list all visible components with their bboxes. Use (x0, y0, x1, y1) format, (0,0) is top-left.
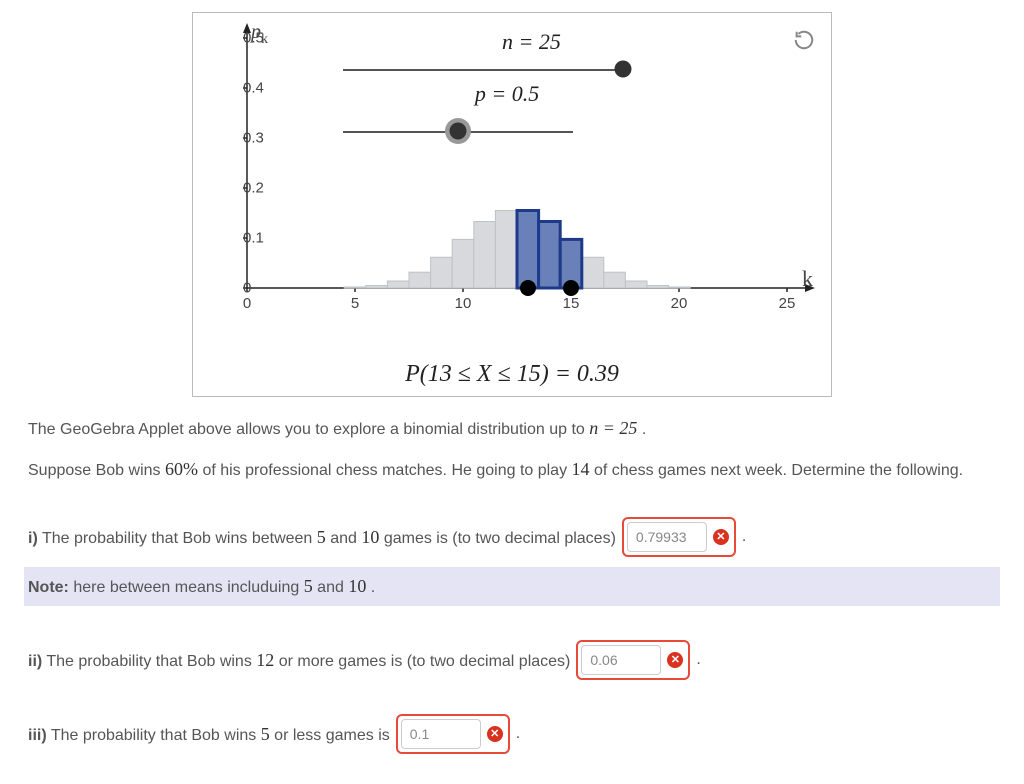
q3-k: 5 (261, 724, 270, 744)
scenario-games: 14 (572, 459, 590, 479)
question-2: ii) The probability that Bob wins 12 or … (28, 640, 996, 680)
intro-b: . (642, 421, 646, 438)
q3-b: or less games is (274, 727, 390, 744)
note-mid: and (317, 579, 348, 596)
q1-a: The probability that Bob wins between (42, 530, 317, 547)
q1-dot: . (742, 525, 746, 549)
x-tick-5: 25 (779, 295, 796, 312)
q1-mid: and (330, 530, 361, 547)
x-tick-0: 0 (243, 295, 251, 312)
q3-a: The probability that Bob wins (51, 727, 261, 744)
intro-text: The GeoGebra Applet above allows you to … (28, 415, 996, 442)
q3-answer-wrap: ✕ (396, 714, 510, 754)
q3-answer-input[interactable] (401, 719, 481, 749)
x-tick-4: 20 (671, 295, 688, 312)
q2-dot: . (696, 648, 700, 672)
x-tick-1: 5 (351, 295, 359, 312)
q1-hi: 10 (361, 527, 379, 547)
q3-label: iii) (28, 727, 47, 744)
chart-area: pk n = 25 p = 0.5 (203, 23, 821, 333)
intro-a: The GeoGebra Applet above allows you to … (28, 421, 589, 438)
distribution-plot (203, 23, 821, 333)
q3-dot: . (516, 722, 520, 746)
x-tick-3: 15 (563, 295, 580, 312)
q1-b: games is (to two decimal places) (384, 530, 616, 547)
x-tick-2: 10 (455, 295, 472, 312)
scenario-pct: 60% (165, 459, 198, 479)
q2-answer-input[interactable] (581, 645, 661, 675)
question-1: i) The probability that Bob wins between… (28, 517, 996, 557)
scenario-a: Suppose Bob wins (28, 462, 165, 479)
scenario-b: of his professional chess matches. He go… (202, 462, 571, 479)
scenario-c: of chess games next week. Determine the … (594, 462, 963, 479)
note-hi: 10 (348, 576, 366, 596)
incorrect-icon: ✕ (487, 726, 503, 742)
incorrect-icon: ✕ (713, 529, 729, 545)
probability-equation: P(13 ≤ X ≤ 15) = 0.39 (203, 361, 821, 388)
note: Note: here between means includuing 5 an… (24, 567, 1000, 606)
note-lead: Note: (28, 579, 69, 596)
q1-lo: 5 (317, 527, 326, 547)
note-lo: 5 (304, 576, 313, 596)
question-content: The GeoGebra Applet above allows you to … (0, 415, 1024, 784)
note-b: . (371, 579, 375, 596)
q1-answer-wrap: ✕ (622, 517, 736, 557)
incorrect-icon: ✕ (667, 652, 683, 668)
q2-k: 12 (256, 650, 274, 670)
q1-label: i) (28, 530, 38, 547)
x-axis-title: k (802, 266, 813, 292)
intro-n: n = 25 (589, 418, 637, 438)
q1-answer-input[interactable] (627, 522, 707, 552)
q2-label: ii) (28, 653, 42, 670)
q2-answer-wrap: ✕ (576, 640, 690, 680)
scenario-text: Suppose Bob wins 60% of his professional… (28, 456, 996, 483)
q2-a: The probability that Bob wins (46, 653, 256, 670)
geogebra-applet[interactable]: pk n = 25 p = 0.5 (192, 12, 832, 397)
question-3: iii) The probability that Bob wins 5 or … (28, 714, 996, 754)
q2-b: or more games is (to two decimal places) (279, 653, 571, 670)
note-a: here between means includuing (73, 579, 303, 596)
